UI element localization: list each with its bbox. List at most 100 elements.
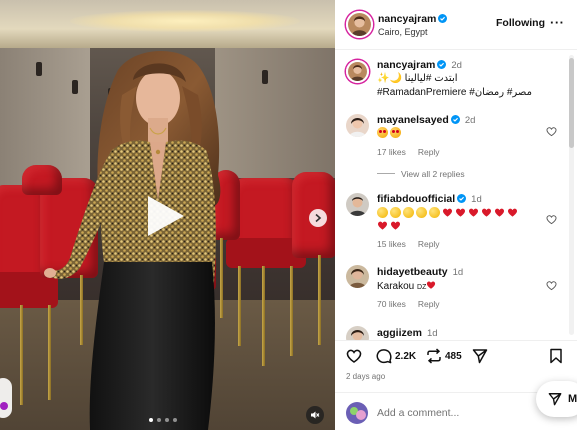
carousel-dot — [149, 418, 153, 422]
carousel-dots — [149, 418, 177, 422]
like-button[interactable] — [346, 348, 362, 364]
ok-hand-emoji-icon — [429, 207, 440, 218]
comment-username[interactable]: aggiizem — [377, 327, 422, 339]
post-location[interactable]: Cairo, Egypt — [378, 27, 428, 37]
red-chair — [196, 250, 216, 290]
like-comment-heart-icon[interactable] — [546, 126, 557, 137]
wall-lamp — [262, 70, 268, 84]
chair-leg — [318, 255, 321, 345]
paper-plane-icon — [548, 393, 562, 406]
comment-likes[interactable]: 15 likes — [377, 239, 406, 249]
comment-text-main: Karakou — [377, 281, 418, 292]
comment-time[interactable]: 1d — [453, 267, 464, 278]
play-button[interactable] — [140, 192, 188, 240]
mute-button[interactable] — [306, 406, 324, 424]
comment-likes[interactable]: 17 likes — [377, 147, 406, 157]
comment: mayanelsayed 2d 17 likes Reply — [335, 112, 567, 162]
wall-lamp — [72, 80, 78, 94]
chair-leg — [48, 305, 51, 400]
heart-eyes-emoji-icon — [390, 127, 401, 138]
comment-button[interactable]: 2.2K — [376, 348, 416, 364]
avatar[interactable] — [346, 114, 369, 137]
comment-time[interactable]: 1d — [427, 328, 438, 339]
comment-count: 2.2K — [395, 350, 417, 362]
comment-likes[interactable]: 70 likes — [377, 299, 406, 309]
verified-badge-icon — [450, 115, 460, 124]
save-button[interactable] — [548, 348, 564, 364]
ok-hand-emoji-icon — [377, 207, 388, 218]
comment-time[interactable]: 2d — [465, 115, 476, 126]
caption-text: ابتدت #ليالينا 🌙✨ — [377, 73, 458, 84]
like-comment-heart-icon[interactable] — [546, 280, 557, 291]
posted-time[interactable]: 2 days ago — [346, 372, 385, 381]
chair-leg — [20, 305, 23, 405]
red-heart-emoji-icon — [377, 220, 388, 231]
comment-username[interactable]: mayanelsayed — [377, 114, 449, 126]
red-heart-emoji-icon — [507, 207, 518, 218]
verified-badge-icon — [438, 14, 448, 23]
post-media[interactable] — [0, 0, 335, 430]
red-heart-emoji-icon — [494, 207, 505, 218]
carousel-dot — [173, 418, 177, 422]
heart-icon — [346, 349, 362, 363]
comment-username[interactable]: hidayetbeauty — [377, 266, 448, 278]
post-header: nancyajram Cairo, Egypt Following ··· — [335, 0, 577, 50]
view-replies-label[interactable]: View all 2 replies — [401, 169, 465, 179]
ceiling — [0, 0, 335, 48]
red-heart-emoji-icon — [390, 220, 401, 231]
caption-time[interactable]: 2d — [451, 60, 462, 71]
red-heart-emoji-icon — [442, 207, 453, 218]
comment-time[interactable]: 1d — [471, 194, 482, 205]
reply-button[interactable]: Reply — [418, 147, 440, 157]
more-options-button[interactable]: ··· — [550, 15, 565, 30]
avatar[interactable] — [346, 265, 369, 288]
post-actions: 2.2K 485 2 days ago — [335, 340, 577, 390]
side-badge[interactable] — [0, 378, 12, 418]
carousel-next-button[interactable] — [309, 209, 327, 227]
comment-username[interactable]: fifiabdouofficial — [377, 193, 455, 205]
chair-leg — [290, 266, 293, 356]
verified-badge-icon — [457, 194, 467, 203]
share-button[interactable] — [472, 348, 488, 364]
avatar[interactable] — [346, 193, 369, 216]
repost-icon — [427, 348, 441, 364]
comment-text: Karakou DZ — [377, 280, 436, 292]
comment: fifiabdouofficial 1d 15 likes Reply — [335, 190, 567, 250]
messages-button[interactable]: M — [536, 381, 577, 417]
red-chair — [22, 165, 62, 195]
ok-hand-emoji-icon — [390, 207, 401, 218]
chair-leg — [203, 288, 206, 368]
caption: nancyajram 2d ابتدت #ليالينا 🌙✨ #RamadanP… — [335, 56, 567, 111]
heart-eyes-emoji-icon — [377, 127, 388, 138]
add-comment-input[interactable] — [377, 404, 527, 422]
avatar[interactable] — [346, 11, 373, 38]
red-heart-emoji-icon — [427, 281, 436, 289]
repost-button[interactable]: 485 — [426, 348, 462, 364]
caption-username[interactable]: nancyajram — [377, 59, 435, 71]
red-heart-emoji-icon — [455, 207, 466, 218]
reply-button[interactable]: Reply — [418, 299, 440, 309]
comments-scroll-thumb[interactable] — [569, 58, 574, 148]
reply-button[interactable]: Reply — [418, 239, 440, 249]
view-replies-button[interactable]: View all 2 replies — [377, 169, 465, 179]
like-comment-heart-icon[interactable] — [546, 214, 557, 225]
avatar[interactable] — [346, 326, 369, 340]
caption-hashtags[interactable]: #RamadanPremiere #مصر# رمضان — [377, 87, 532, 98]
header-username[interactable]: nancyajram — [378, 13, 436, 25]
paper-plane-icon — [472, 349, 488, 364]
comment-text-flag: DZ — [417, 284, 427, 291]
ceiling-light — [70, 10, 300, 32]
avatar[interactable] — [346, 60, 369, 83]
avatar — [346, 402, 368, 424]
speaker-muted-icon — [311, 411, 320, 419]
following-button[interactable]: Following — [496, 17, 545, 29]
verified-badge-icon — [437, 60, 447, 69]
red-heart-emoji-icon — [481, 207, 492, 218]
bookmark-icon — [550, 348, 562, 364]
comment-bubble-icon — [376, 349, 392, 364]
chair-leg — [238, 266, 241, 346]
comments-list[interactable]: nancyajram 2d ابتدت #ليالينا 🌙✨ #RamadanP… — [335, 50, 577, 340]
ok-hand-emoji-icon — [403, 207, 414, 218]
comment-emojis — [377, 207, 518, 218]
comment: aggiizem 1d — [335, 325, 567, 340]
